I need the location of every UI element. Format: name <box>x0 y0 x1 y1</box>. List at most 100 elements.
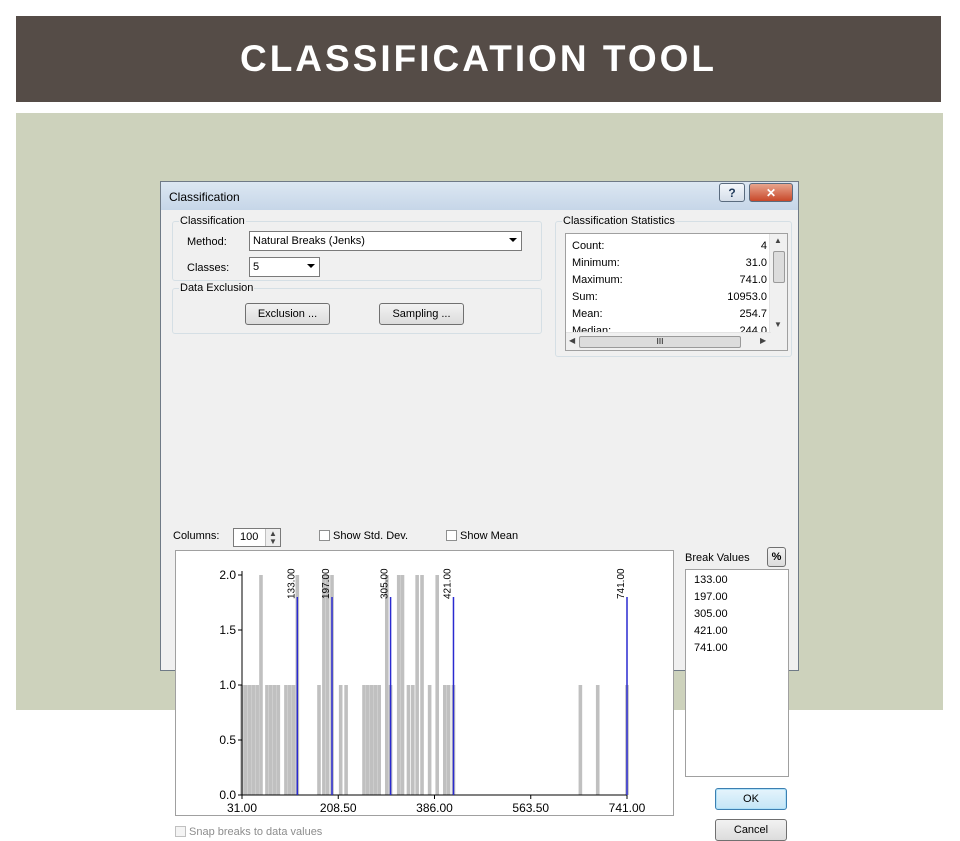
histogram-bar <box>446 685 451 795</box>
histogram-bar <box>400 575 405 795</box>
break-value-item[interactable]: 741.00 <box>694 642 728 654</box>
histogram-bar <box>366 685 370 795</box>
histogram-bar <box>268 685 273 795</box>
sampling-button[interactable]: Sampling ... <box>379 303 464 325</box>
break-value-item[interactable]: 421.00 <box>694 625 728 637</box>
histogram-bar <box>427 685 432 795</box>
histogram-bar <box>291 685 296 795</box>
data-exclusion-group: Data Exclusion Exclusion ... Sampling ..… <box>172 282 542 334</box>
classes-label: Classes: <box>187 262 230 274</box>
histogram-chart[interactable]: 0.0 0.5 1.0 1.5 2.0 31.00 208.50 386.00 563.50 74… <box>176 551 673 815</box>
stat-value: 254.7 <box>739 308 767 320</box>
scroll-thumb[interactable] <box>773 251 785 283</box>
histogram-bar <box>406 685 411 795</box>
dialog-title: Classification <box>169 190 240 204</box>
histogram-panel[interactable]: 0.0 0.5 1.0 1.5 2.0 31.00 208.50 386.00 563.50 74… <box>175 550 674 816</box>
scroll-up-icon[interactable]: ▲ <box>774 236 782 245</box>
classes-select[interactable]: 5 <box>249 257 320 277</box>
histogram-bar <box>338 685 343 795</box>
statistics-list[interactable]: Count: 4 Minimum: 31.0 Maximum: 741.0 Su… <box>565 233 788 351</box>
histogram-bar <box>272 685 277 795</box>
x-tick-label: 741.00 <box>609 801 646 815</box>
break-label: 305.00 <box>380 568 391 599</box>
snap-breaks-label: Snap breaks to data values <box>189 826 323 838</box>
stat-name: Mean: <box>572 308 603 320</box>
ok-button[interactable]: OK <box>715 788 787 810</box>
classification-dialog: Classification ? ✕ Classification Method… <box>160 181 799 841</box>
histogram-bar <box>396 575 401 795</box>
method-select[interactable]: Natural Breaks (Jenks) <box>249 231 522 251</box>
histogram-bar <box>369 685 374 795</box>
show-mean-label: Show Mean <box>460 530 519 542</box>
statistics-horizontal-scrollbar[interactable]: ◀ III ▶ <box>566 332 771 350</box>
stat-value: 31.0 <box>745 257 767 269</box>
y-tick-label: 0.5 <box>219 733 236 747</box>
histogram-bar <box>415 575 419 795</box>
method-value: Natural Breaks (Jenks) <box>253 235 365 247</box>
x-tick-label: 386.00 <box>416 801 453 815</box>
columns-spinner[interactable]: 100 ▲ ▼ <box>233 528 281 547</box>
break-value-item[interactable]: 305.00 <box>694 608 728 620</box>
scroll-right-icon[interactable]: ▶ <box>760 336 766 345</box>
histogram-bar <box>443 685 447 795</box>
x-tick-label: 31.00 <box>227 801 257 815</box>
statistics-group-label: Classification Statistics <box>562 215 676 227</box>
break-label: 133.00 <box>286 568 297 599</box>
columns-label: Columns: <box>173 530 220 542</box>
histogram-bar <box>284 685 288 795</box>
break-label: 741.00 <box>616 568 627 599</box>
columns-value: 100 <box>240 531 259 543</box>
break-values-label: Break Values <box>685 552 750 564</box>
scroll-thumb[interactable]: III <box>579 336 741 348</box>
y-tick-label: 1.0 <box>219 678 236 692</box>
chevron-down-icon <box>509 238 517 242</box>
histogram-bar <box>578 685 583 795</box>
stat-value: 4 <box>760 240 767 252</box>
stat-name: Count: <box>572 240 605 252</box>
histogram-bar <box>255 685 259 795</box>
stat-name: Minimum: <box>572 257 620 269</box>
percent-button[interactable]: % <box>767 547 786 567</box>
stat-value: 741.0 <box>739 274 767 286</box>
histogram-bar <box>243 685 248 795</box>
histogram-bar <box>325 575 330 795</box>
close-button[interactable]: ✕ <box>749 183 793 202</box>
break-value-item[interactable]: 133.00 <box>694 574 728 586</box>
classification-group: Classification Method: Natural Breaks (J… <box>172 215 542 281</box>
spinner-buttons[interactable]: ▲ ▼ <box>265 529 280 546</box>
spin-down-icon[interactable]: ▼ <box>269 537 277 546</box>
y-tick-label: 2.0 <box>219 568 236 582</box>
break-values-list[interactable]: 133.00 197.00 305.00 421.00 741.00 <box>685 569 789 777</box>
histogram-bar <box>373 685 378 795</box>
y-tick-label: 1.5 <box>219 623 236 637</box>
dialog-titlebar[interactable]: Classification ? ✕ <box>161 182 798 210</box>
stat-name: Sum: <box>572 291 598 303</box>
stat-name: Maximum: <box>572 274 623 286</box>
scrollbar-corner <box>770 333 787 350</box>
cancel-button[interactable]: Cancel <box>715 819 787 841</box>
help-button[interactable]: ? <box>719 183 745 202</box>
break-value-item[interactable]: 197.00 <box>694 591 728 603</box>
show-std-dev-checkbox[interactable] <box>319 530 330 541</box>
histogram-bar <box>362 685 366 795</box>
break-label: 421.00 <box>442 568 453 599</box>
histogram-bar <box>259 575 263 795</box>
histogram-bar <box>247 685 252 795</box>
chevron-down-icon <box>307 264 315 268</box>
histogram-bar <box>595 685 600 795</box>
data-exclusion-group-label: Data Exclusion <box>179 282 255 294</box>
exclusion-button[interactable]: Exclusion ... <box>245 303 330 325</box>
histogram-bar <box>251 685 256 795</box>
histogram-bar <box>411 685 415 795</box>
break-label: 197.00 <box>321 568 332 599</box>
scroll-down-icon[interactable]: ▼ <box>774 320 782 329</box>
statistics-vertical-scrollbar[interactable]: ▲ ▼ <box>769 234 787 334</box>
snap-breaks-checkbox[interactable] <box>175 826 186 837</box>
classification-group-label: Classification <box>179 215 246 227</box>
histogram-bar <box>276 685 281 795</box>
slide-title: CLASSIFICATION TOOL <box>239 38 717 79</box>
histogram-bar <box>317 685 321 795</box>
histogram-bar <box>265 685 269 795</box>
show-mean-checkbox[interactable] <box>446 530 457 541</box>
scroll-left-icon[interactable]: ◀ <box>569 336 575 345</box>
